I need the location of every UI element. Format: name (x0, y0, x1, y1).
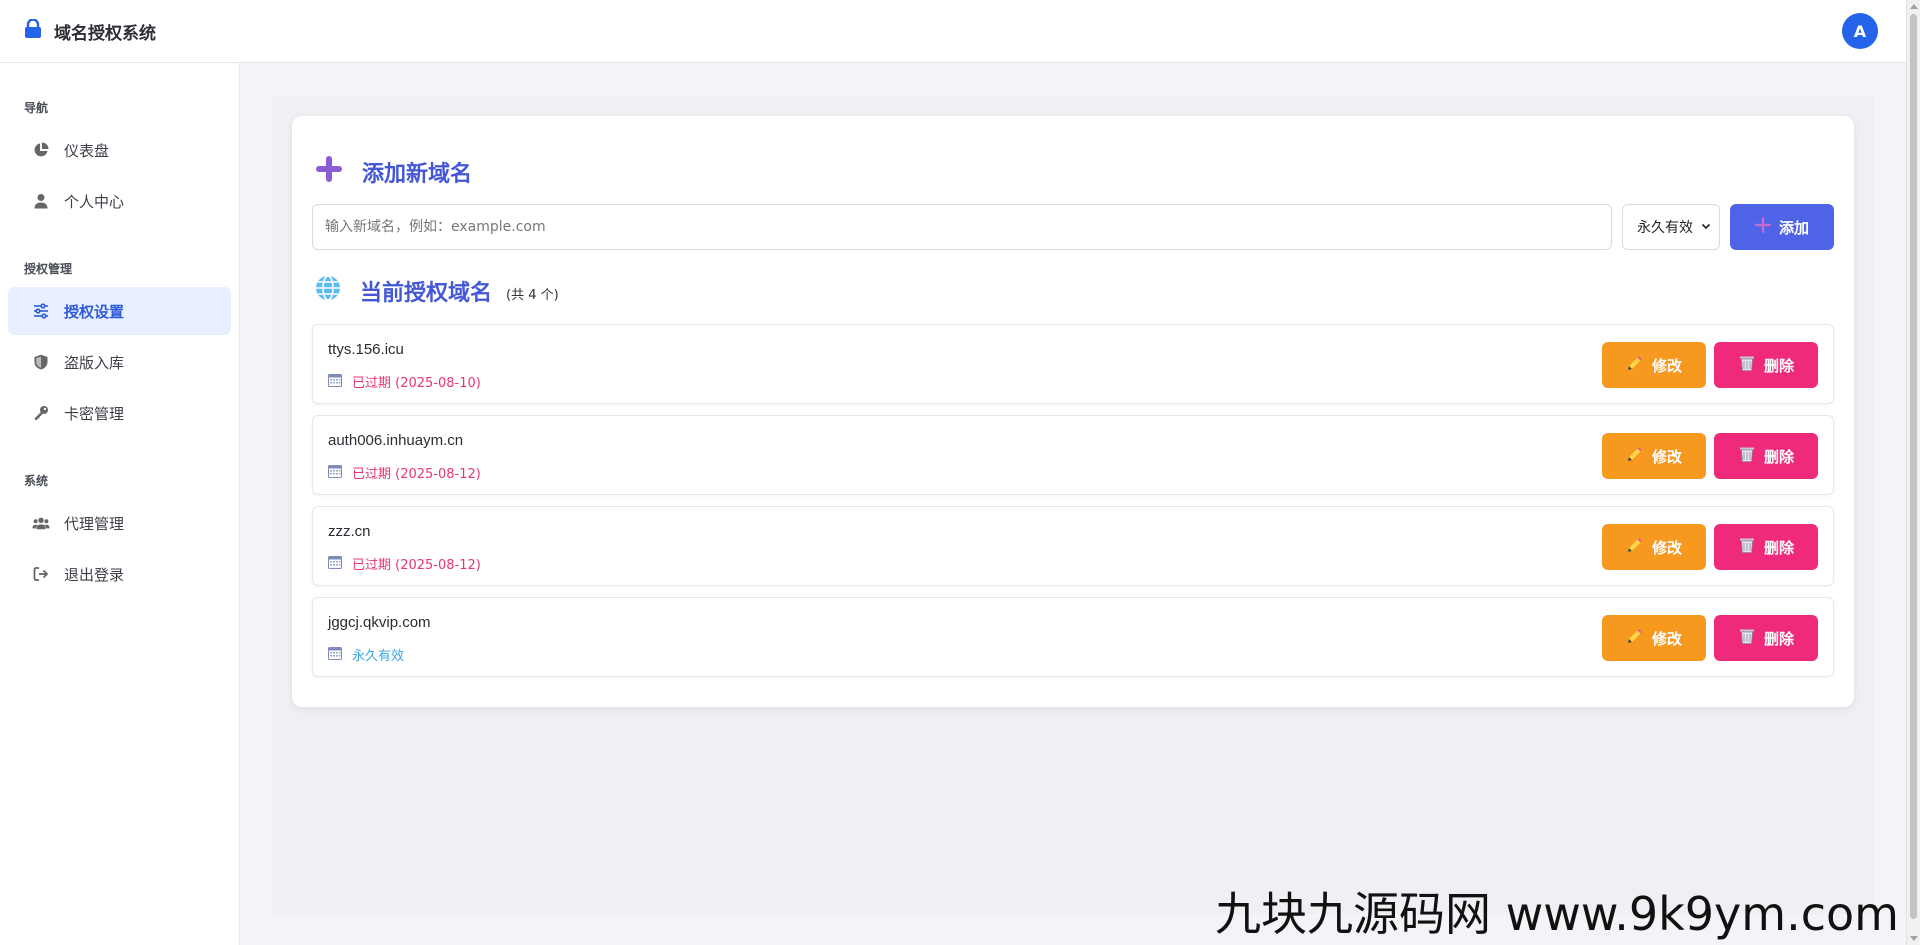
sidebar-item-label: 授权设置 (64, 302, 125, 321)
domain-row: zzz.cn 已过期 (2025-08-12) 修改 删除 (312, 506, 1834, 586)
pencil-icon (1626, 445, 1644, 467)
trash-icon (1738, 536, 1756, 558)
edit-button[interactable]: 修改 (1602, 433, 1706, 479)
sidebar-item-logout[interactable]: 退出登录 (8, 550, 231, 598)
brand-title: 域名授权系统 (54, 23, 156, 44)
sidebar-item-profile[interactable]: 个人中心 (8, 177, 231, 225)
trash-icon (1738, 627, 1756, 649)
domain-input[interactable] (312, 204, 1612, 250)
calendar-icon (328, 373, 342, 391)
status-text: 已过期 (2025-08-10) (352, 376, 481, 391)
lock-icon (24, 18, 42, 43)
brand: 域名授权系统 (24, 18, 156, 44)
chevron-down-icon (1701, 219, 1711, 235)
user-icon (32, 192, 50, 210)
delete-button[interactable]: 删除 (1714, 615, 1818, 661)
trash-icon (1738, 354, 1756, 376)
add-section-title: 添加新域名 (314, 154, 472, 190)
edit-button[interactable]: 修改 (1602, 524, 1706, 570)
sidebar-item-label: 个人中心 (64, 192, 125, 211)
pencil-icon (1626, 354, 1644, 376)
domain-status: 已过期 (2025-08-12) (328, 463, 481, 482)
domain-list: ttys.156.icu 已过期 (2025-08-10) 修改 删除 auth… (312, 324, 1834, 688)
page-scrollbar[interactable] (1906, 0, 1920, 945)
nav-section-title: 导航 (24, 101, 49, 115)
avatar[interactable]: A (1842, 13, 1878, 49)
sidebar: 导航 仪表盘 个人中心 授权管理 授权设置 盗版入库 卡密管理 系统 代理管理 … (0, 63, 240, 945)
status-text: 已过期 (2025-08-12) (352, 467, 481, 482)
delete-button[interactable]: 删除 (1714, 524, 1818, 570)
scroll-down-arrow-icon[interactable] (1910, 936, 1918, 941)
domain-row: jggcj.qkvip.com 永久有效 修改 删除 (312, 597, 1834, 677)
domain-name: jggcj.qkvip.com (328, 614, 431, 631)
status-text: 永久有效 (352, 649, 405, 664)
sidebar-item-label: 退出登录 (64, 565, 125, 584)
plus-icon (314, 154, 344, 190)
sidebar-item-label: 代理管理 (64, 514, 125, 533)
pie-chart-icon (32, 141, 50, 159)
sidebar-item-dashboard[interactable]: 仪表盘 (8, 126, 231, 174)
domain-status: 已过期 (2025-08-10) (328, 372, 481, 391)
calendar-icon (328, 555, 342, 573)
calendar-icon (328, 464, 342, 482)
status-text: 已过期 (2025-08-12) (352, 558, 481, 573)
edit-button[interactable]: 修改 (1602, 615, 1706, 661)
duration-select[interactable]: 永久有效 (1622, 204, 1720, 250)
main-content: 添加新域名 永久有效 添加 当前授权域名 (共 4 个) (272, 96, 1874, 914)
scroll-up-arrow-icon[interactable] (1910, 4, 1918, 9)
delete-button[interactable]: 删除 (1714, 433, 1818, 479)
add-domain-button[interactable]: 添加 (1730, 204, 1834, 250)
sidebar-item-card-keys[interactable]: 卡密管理 (8, 389, 231, 437)
shield-icon (32, 353, 50, 371)
sidebar-item-label: 卡密管理 (64, 404, 125, 423)
domain-count: (共 4 个) (506, 287, 559, 303)
key-icon (32, 404, 50, 422)
delete-button[interactable]: 删除 (1714, 342, 1818, 388)
domain-row: auth006.inhuaym.cn 已过期 (2025-08-12) 修改 删… (312, 415, 1834, 495)
domain-name: zzz.cn (328, 523, 371, 540)
add-domain-row: 永久有效 添加 (312, 204, 1834, 250)
domain-status: 已过期 (2025-08-12) (328, 554, 481, 573)
watermark-text: 九块九源码网 www.9k9ym.com (1215, 887, 1899, 941)
users-icon (32, 514, 50, 532)
top-header: 域名授权系统 A (0, 0, 1906, 63)
logout-icon (32, 565, 50, 583)
edit-button[interactable]: 修改 (1602, 342, 1706, 388)
domain-name: auth006.inhuaym.cn (328, 432, 464, 449)
nav-section-title: 授权管理 (24, 262, 73, 276)
trash-icon (1738, 445, 1756, 467)
calendar-icon (328, 646, 342, 664)
sidebar-item-auth-settings[interactable]: 授权设置 (8, 287, 231, 335)
domain-status: 永久有效 (328, 645, 404, 664)
domain-name: ttys.156.icu (328, 341, 404, 358)
globe-icon (314, 274, 342, 308)
sidebar-item-label: 仪表盘 (64, 141, 110, 160)
duration-selected-value: 永久有效 (1637, 220, 1693, 236)
sidebar-item-label: 盗版入库 (64, 353, 125, 372)
pencil-icon (1626, 627, 1644, 649)
plus-icon (1754, 217, 1771, 237)
sidebar-item-agents[interactable]: 代理管理 (8, 499, 231, 547)
scroll-thumb[interactable] (1910, 14, 1917, 919)
domain-row: ttys.156.icu 已过期 (2025-08-10) 修改 删除 (312, 324, 1834, 404)
sidebar-item-piracy[interactable]: 盗版入库 (8, 338, 231, 386)
sliders-icon (32, 302, 50, 320)
pencil-icon (1626, 536, 1644, 558)
list-section-title: 当前授权域名 (共 4 个) (314, 274, 559, 308)
nav-section-title: 系统 (24, 474, 49, 488)
domain-card: 添加新域名 永久有效 添加 当前授权域名 (共 4 个) (292, 116, 1854, 707)
